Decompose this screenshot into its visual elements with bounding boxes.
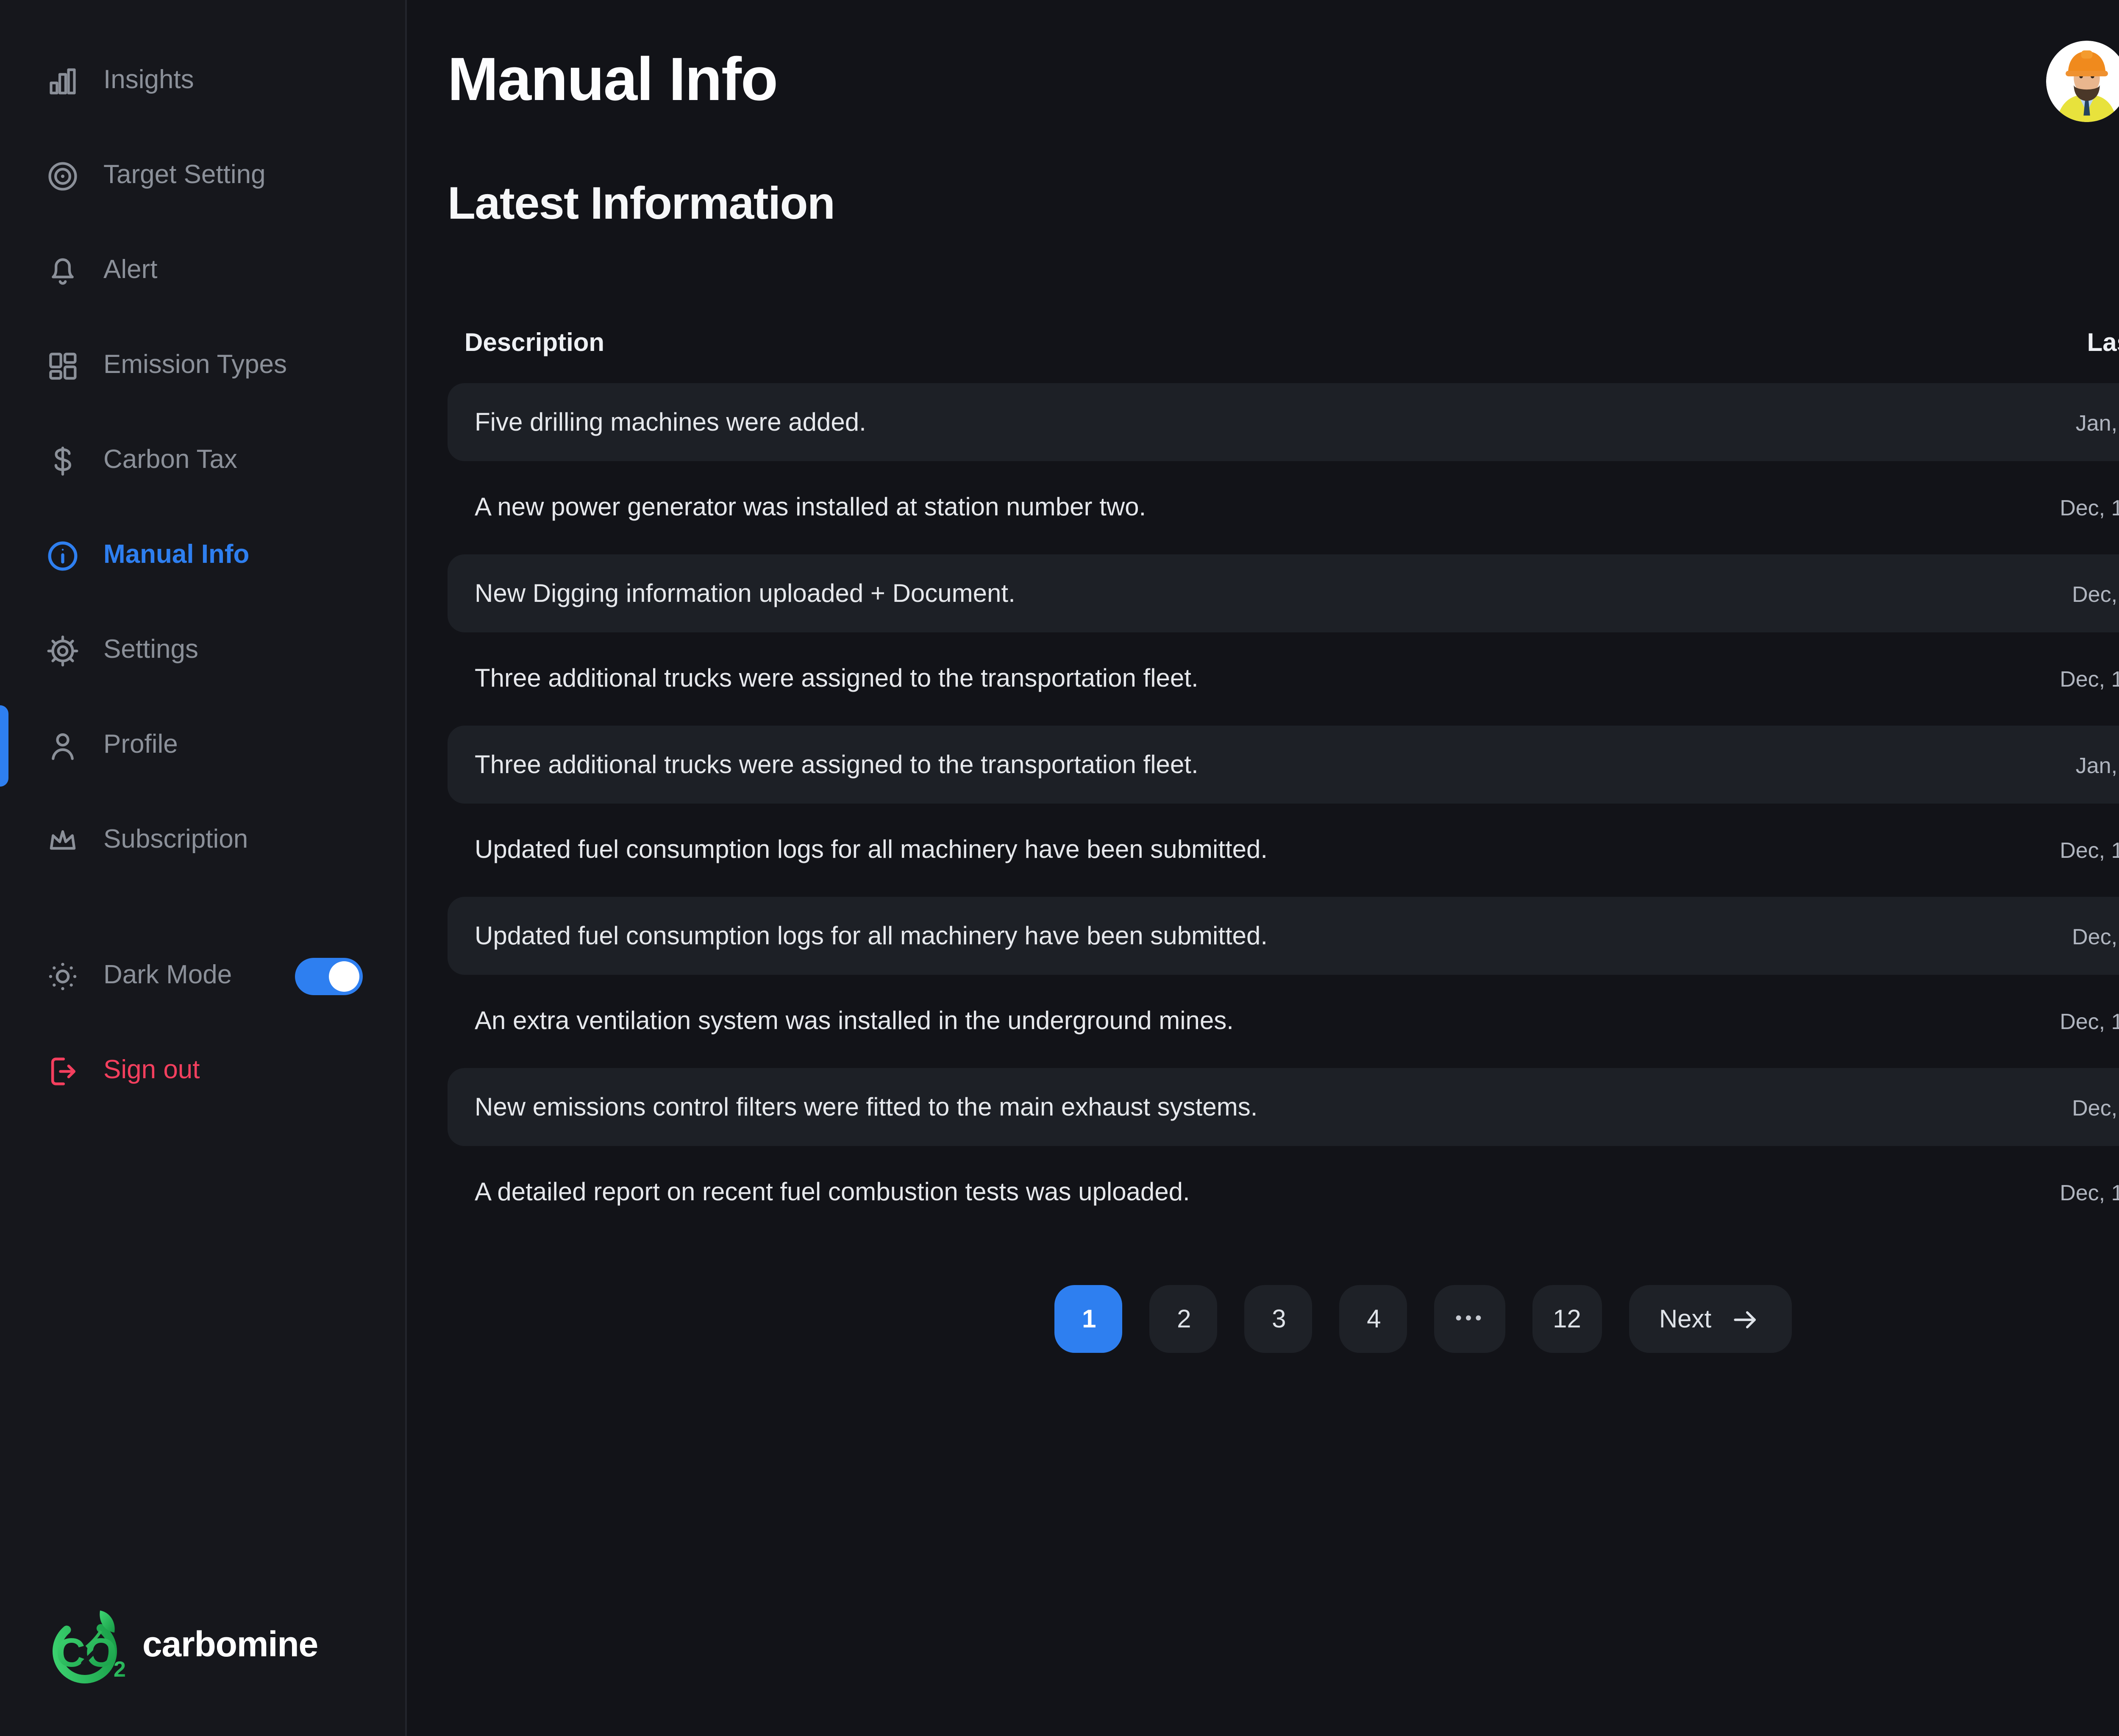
target-icon	[44, 158, 81, 195]
pagination-page-4[interactable]: 4	[1340, 1285, 1408, 1353]
row-description: Three additional trucks were assigned to…	[475, 750, 1994, 779]
bar-chart-icon	[44, 63, 81, 100]
crown-icon	[44, 822, 81, 860]
dark-mode-toggle[interactable]	[295, 958, 363, 995]
sidebar-item-label: Settings	[103, 636, 198, 666]
sidebar: Insights Target Setting Alert Emission T…	[0, 0, 407, 1736]
main-content: Manual Info	[409, 0, 2119, 1736]
row-date: Dec, 15, 2023	[1994, 1009, 2119, 1034]
table-row: Three additional trucks were assigned to…	[448, 640, 2119, 718]
row-description: A detailed report on recent fuel combust…	[475, 1178, 1994, 1207]
table-row: A detailed report on recent fuel combust…	[448, 1154, 2119, 1232]
carbomine-logo[interactable]: CO 2 carbomine	[44, 1605, 318, 1687]
row-description: Updated fuel consumption logs for all ma…	[475, 836, 1994, 865]
person-icon	[44, 727, 81, 765]
row-description: Three additional trucks were assigned to…	[475, 665, 1994, 693]
sidebar-item-label: Insights	[103, 66, 194, 97]
table-row: Updated fuel consumption logs for all ma…	[448, 811, 2119, 889]
sidebar-item-label: Profile	[103, 731, 178, 761]
row-date: Dec, 5, 2023	[1994, 923, 2119, 949]
table-row: New emissions control filters were fitte…	[448, 1068, 2119, 1146]
row-description: New Digging information uploaded + Docum…	[475, 579, 1994, 608]
app-root: Insights Target Setting Alert Emission T…	[0, 0, 2119, 1736]
table-row: A new power generator was installed at s…	[448, 469, 2119, 547]
arrow-right-icon	[1728, 1303, 1760, 1335]
page-title: Manual Info	[448, 44, 777, 115]
logo-mark-icon: CO 2	[44, 1605, 132, 1687]
dark-mode-row: Dark Mode	[0, 929, 407, 1024]
row-date: Dec, 5, 2023	[1994, 1094, 2119, 1120]
user-profile-chip[interactable]: Ben Kennedy Ben.Kennedy@gmail.com	[2045, 41, 2119, 122]
sidebar-item-settings[interactable]: Settings	[0, 604, 407, 698]
info-table: Five drilling machines were added. Jan, …	[448, 383, 2119, 1239]
row-date: Dec, 5, 2023	[1994, 581, 2119, 606]
grid-dashboard-icon	[44, 348, 81, 385]
row-description: Updated fuel consumption logs for all ma…	[475, 921, 1994, 950]
table-header: Description Last Update	[448, 326, 2119, 359]
sidebar-item-insights[interactable]: Insights	[0, 34, 407, 129]
sidebar-item-label: Subscription	[103, 826, 248, 856]
pagination-page-1[interactable]: 1	[1055, 1285, 1123, 1353]
svg-text:CO: CO	[56, 1630, 117, 1675]
row-date: Jan, 2, 2024	[1994, 752, 2119, 777]
row-description: New emissions control filters were fitte…	[475, 1093, 1994, 1121]
table-row: New Digging information uploaded + Docum…	[448, 554, 2119, 632]
sign-out-button[interactable]: Sign out	[0, 1024, 407, 1119]
row-description: A new power generator was installed at s…	[475, 493, 1994, 522]
logo-text: carbomine	[142, 1626, 318, 1666]
sidebar-item-label: Target Setting	[103, 161, 266, 192]
sidebar-nav: Insights Target Setting Alert Emission T…	[0, 34, 407, 1119]
sidebar-item-label: Alert	[103, 256, 158, 287]
sidebar-item-manual-info[interactable]: Manual Info	[0, 509, 407, 604]
sidebar-item-emission-types[interactable]: Emission Types	[0, 319, 407, 414]
svg-text:2: 2	[114, 1657, 126, 1682]
sidebar-item-profile[interactable]: Profile	[0, 698, 407, 793]
row-date: Dec, 15, 2023	[1994, 837, 2119, 863]
table-row: Updated fuel consumption logs for all ma…	[448, 897, 2119, 975]
table-row: An extra ventilation system was installe…	[448, 982, 2119, 1060]
toggle-knob	[329, 961, 359, 992]
sidebar-item-target-setting[interactable]: Target Setting	[0, 129, 407, 224]
next-label: Next	[1659, 1305, 1711, 1333]
sidebar-item-label: Carbon Tax	[103, 446, 237, 476]
pagination-next-button[interactable]: Next	[1629, 1285, 1791, 1353]
avatar	[2045, 41, 2119, 122]
gear-icon	[44, 632, 81, 670]
sign-out-label: Sign out	[103, 1056, 200, 1087]
sun-icon	[44, 958, 81, 995]
row-date: Dec, 15, 2023	[1994, 495, 2119, 520]
row-description: An extra ventilation system was installe…	[475, 1007, 1994, 1036]
section-title: Latest Information	[448, 178, 834, 231]
dollar-icon	[44, 442, 81, 480]
column-header-description: Description	[448, 328, 604, 357]
sidebar-item-label: Emission Types	[103, 351, 287, 381]
row-description: Five drilling machines were added.	[475, 408, 1994, 437]
pagination-page-3[interactable]: 3	[1245, 1285, 1313, 1353]
table-row: Five drilling machines were added. Jan, …	[448, 383, 2119, 461]
pagination-ellipsis[interactable]: •••	[1435, 1285, 1505, 1353]
sidebar-item-alert[interactable]: Alert	[0, 224, 407, 319]
column-header-last-update: Last Update	[2087, 328, 2119, 357]
pagination-page-2[interactable]: 2	[1150, 1285, 1218, 1353]
bell-icon	[44, 253, 81, 290]
info-circle-icon	[44, 537, 81, 575]
logout-icon	[44, 1053, 81, 1090]
sidebar-item-label: Manual Info	[103, 541, 249, 571]
pagination: 1 2 3 4 ••• 12 Next	[448, 1285, 2119, 1353]
sidebar-item-carbon-tax[interactable]: Carbon Tax	[0, 414, 407, 509]
row-date: Dec, 15, 2023	[1994, 666, 2119, 692]
table-row: Three additional trucks were assigned to…	[448, 726, 2119, 804]
dark-mode-label: Dark Mode	[103, 961, 232, 992]
row-date: Dec, 15, 2023	[1994, 1180, 2119, 1205]
sidebar-item-subscription[interactable]: Subscription	[0, 793, 407, 888]
pagination-page-12[interactable]: 12	[1532, 1285, 1602, 1353]
row-date: Jan, 2, 2024	[1994, 409, 2119, 435]
